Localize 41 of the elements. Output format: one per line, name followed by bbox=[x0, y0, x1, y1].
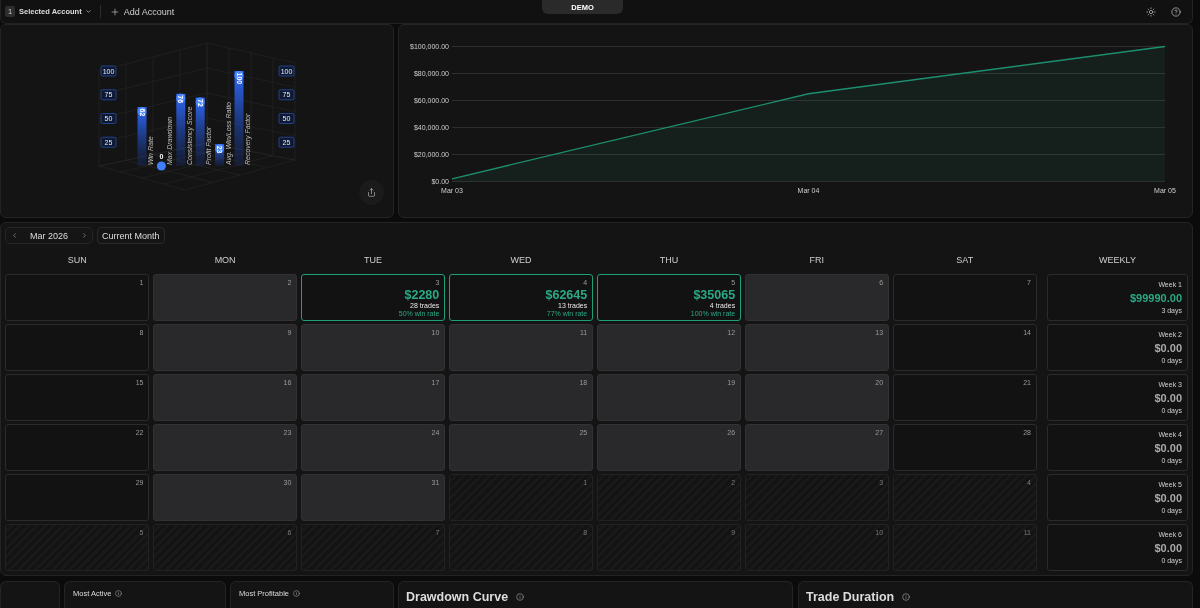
chevron-left-icon bbox=[10, 232, 18, 239]
week-pnl: $0.00 bbox=[1154, 392, 1182, 405]
bar bbox=[234, 71, 244, 166]
weekly-header: WEEKLY bbox=[1098, 253, 1137, 267]
info-icon bbox=[516, 593, 525, 601]
info-icon bbox=[115, 590, 123, 597]
bar bbox=[195, 97, 205, 166]
help-icon bbox=[1171, 6, 1181, 17]
share-icon bbox=[367, 188, 376, 197]
chart-bar bbox=[156, 161, 166, 171]
week-pnl: $0.00 bbox=[1154, 542, 1182, 555]
info-icon bbox=[902, 593, 911, 601]
info-icon bbox=[293, 590, 301, 597]
plus-icon bbox=[109, 6, 120, 17]
share-button[interactable] bbox=[359, 180, 384, 205]
sun-icon bbox=[1146, 6, 1156, 17]
bar bbox=[137, 107, 147, 166]
week-pnl: $0.00 bbox=[1154, 342, 1182, 355]
card-title: Drawdown Curve bbox=[406, 590, 509, 604]
weekday-header: SAT bbox=[955, 253, 975, 267]
weekday-header: WED bbox=[509, 253, 533, 267]
bar bbox=[176, 93, 186, 166]
month-label: Mar 2026 bbox=[30, 230, 68, 241]
chevron-right-icon bbox=[80, 232, 88, 239]
weekday-header: THU bbox=[658, 253, 680, 267]
theme-toggle-button[interactable] bbox=[1145, 5, 1157, 18]
help-button[interactable] bbox=[1170, 5, 1182, 18]
week-pnl: $0.00 bbox=[1154, 442, 1182, 455]
card-title: Trade Duration bbox=[806, 590, 895, 604]
week-pnl: $99990.00 bbox=[1130, 292, 1182, 305]
current-month-button[interactable]: Current Month bbox=[97, 227, 165, 244]
weekday-header: MON bbox=[213, 253, 237, 267]
add-account-button[interactable]: Add Account bbox=[109, 6, 175, 17]
weekday-header: SUN bbox=[66, 253, 88, 267]
week-pnl: $0.00 bbox=[1154, 492, 1182, 505]
chevron-down-icon bbox=[84, 8, 92, 15]
weekday-header: FRI bbox=[808, 253, 826, 267]
weekday-header: TUE bbox=[363, 253, 384, 267]
day-pnl: $35065 bbox=[693, 289, 736, 302]
day-pnl: $2280 bbox=[404, 289, 440, 302]
day-pnl: $62645 bbox=[545, 289, 588, 302]
